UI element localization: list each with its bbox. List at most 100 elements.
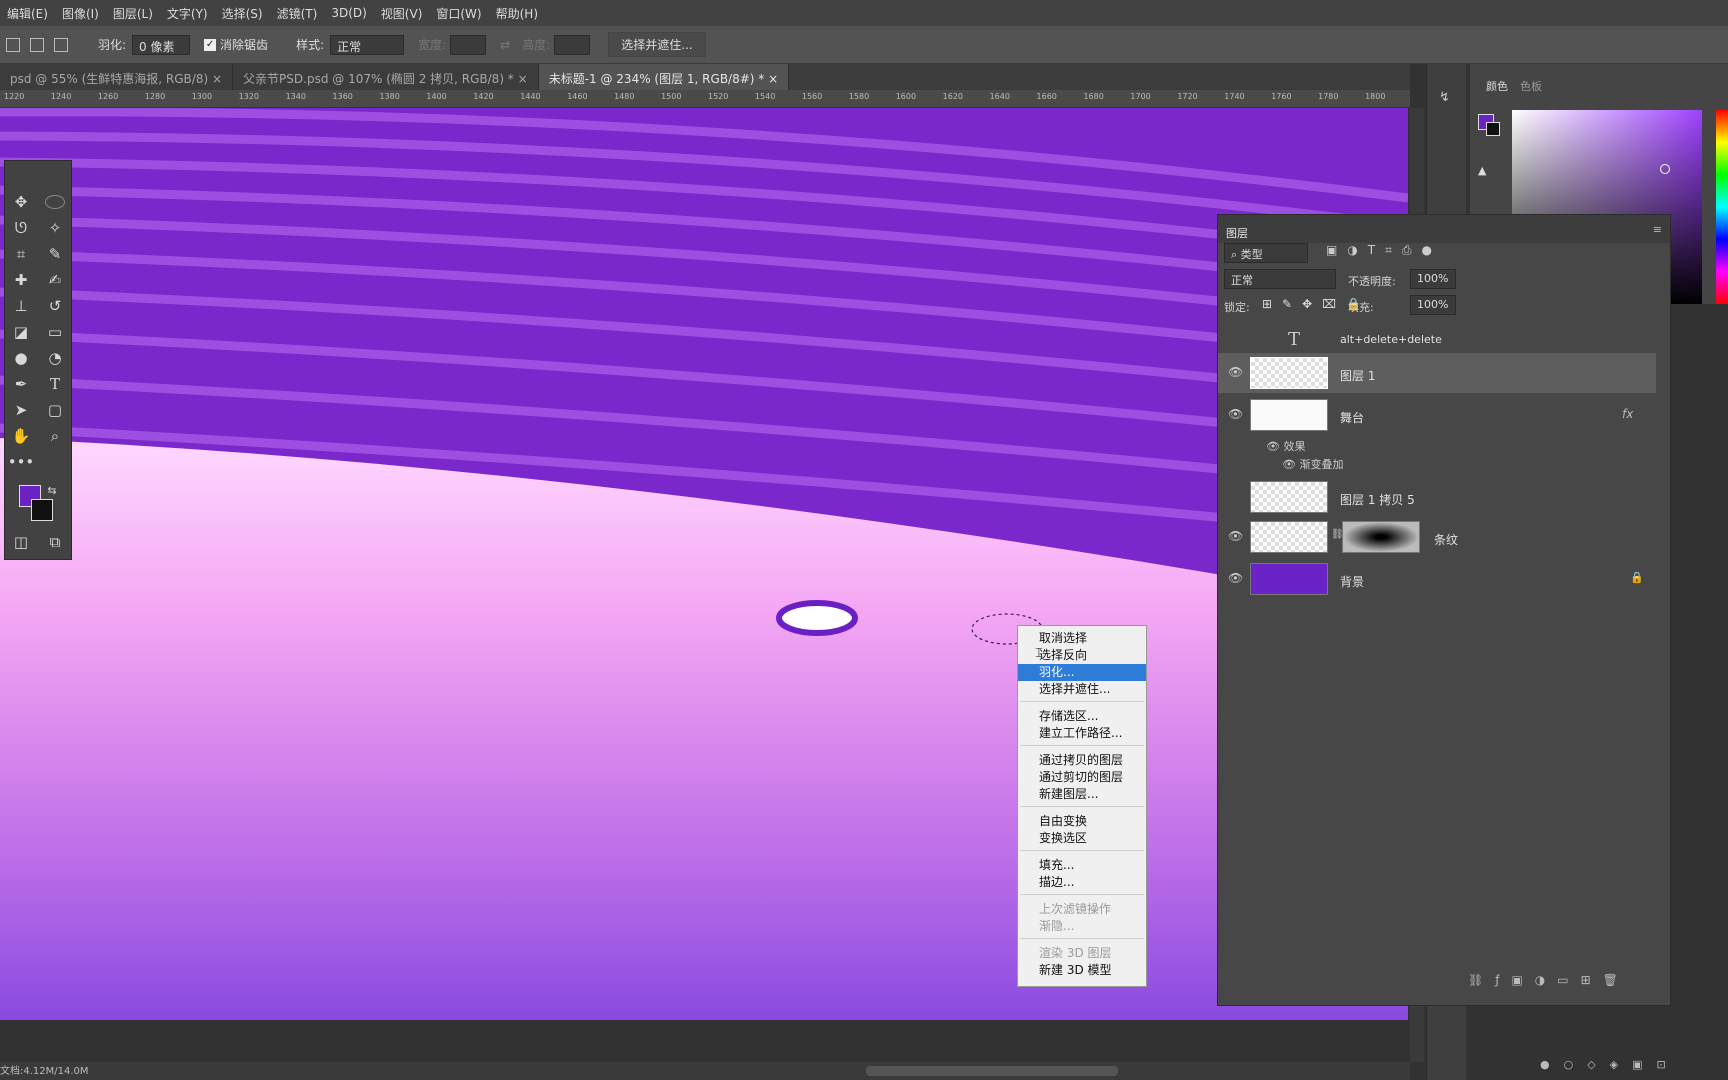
layer-row[interactable]: 图层 1 拷贝 5	[1218, 477, 1656, 517]
menu-item-layer-via-cut[interactable]: 通过剪切的图层	[1018, 769, 1146, 786]
tab-color[interactable]: 颜色	[1486, 78, 1508, 94]
background-color-swatch[interactable]	[31, 499, 53, 521]
menu-layer[interactable]: 图层(L)	[106, 5, 160, 22]
path-select-icon[interactable]: ➤	[10, 399, 32, 421]
brush-icon[interactable]: ✍	[44, 269, 66, 291]
healing-brush-icon[interactable]: ✚	[10, 269, 32, 291]
screen-mode-icon[interactable]: ⧉	[44, 531, 66, 553]
select-and-mask-button[interactable]: 选择并遮住...	[608, 32, 706, 57]
hand-icon[interactable]: ✋	[10, 425, 32, 447]
color-picker-cursor[interactable]	[1660, 164, 1670, 174]
menu-select[interactable]: 选择(S)	[215, 5, 270, 22]
elliptical-marquee-icon[interactable]	[45, 195, 65, 209]
tab-close-icon[interactable]: ×	[212, 72, 222, 86]
menu-image[interactable]: 图像(I)	[55, 5, 106, 22]
layer-name[interactable]: 背景	[1340, 573, 1364, 590]
menu-item-transform-selection[interactable]: 变换选区	[1018, 830, 1146, 847]
tab-untitled[interactable]: 未标题-1 @ 234% (图层 1, RGB/8#) * ×	[538, 64, 790, 90]
layers-panel-title[interactable]: 图层	[1226, 225, 1248, 241]
layer-row[interactable]: 👁 ⛓ 条纹	[1218, 517, 1656, 557]
menu-item-select-and-mask[interactable]: 选择并遮住...	[1018, 681, 1146, 698]
visibility-eye-icon[interactable]: 👁	[1228, 365, 1243, 379]
gradient-icon[interactable]: ▭	[44, 321, 66, 343]
scroll-thumb[interactable]	[866, 1066, 1118, 1076]
stamp-icon[interactable]: ⊥	[10, 295, 32, 317]
menu-item-feather[interactable]: 羽化...	[1018, 664, 1146, 681]
hue-slider[interactable]	[1716, 110, 1728, 304]
menu-item-deselect[interactable]: 取消选择	[1018, 630, 1146, 647]
layer-name[interactable]: 舞台	[1340, 409, 1364, 426]
blend-mode-select[interactable]: 正常	[1224, 269, 1336, 289]
dodge-icon[interactable]: ◔	[44, 347, 66, 369]
pen-icon[interactable]: ✒	[10, 373, 32, 395]
height-input[interactable]	[554, 34, 591, 55]
filter-icons[interactable]: ▣◑T⌗⎙●	[1326, 243, 1442, 258]
menu-item-stroke[interactable]: 描边...	[1018, 874, 1146, 891]
add-selection-icon[interactable]	[30, 37, 44, 52]
layer-name[interactable]: alt+delete+delete	[1340, 333, 1442, 346]
tab-swatches[interactable]: 色板	[1520, 78, 1542, 94]
layer-row[interactable]: 👁 背景 🔒	[1218, 559, 1656, 599]
menu-view[interactable]: 视图(V)	[374, 5, 430, 22]
tab-fathersday[interactable]: 父亲节PSD.psd @ 107% (椭圆 2 拷贝, RGB/8) * ×	[233, 64, 539, 90]
eyedropper-icon[interactable]: ✎	[44, 243, 66, 265]
crop-icon[interactable]: ⌗	[10, 243, 32, 265]
effect-gradient-overlay[interactable]: 👁 渐变叠加	[1282, 456, 1343, 472]
layer-mask-thumbnail[interactable]	[1342, 521, 1420, 553]
more-tools-icon[interactable]: •••	[8, 451, 35, 473]
horizontal-scrollbar[interactable]	[160, 1062, 1410, 1080]
filter-type-select[interactable]: ⌕ 类型	[1224, 243, 1308, 263]
menu-item-new-3d-model[interactable]: 新建 3D 模型	[1018, 962, 1146, 979]
menu-item-layer-via-copy[interactable]: 通过拷贝的图层	[1018, 752, 1146, 769]
feather-input[interactable]: 0 像素	[132, 34, 191, 55]
move-tool-icon[interactable]: ✥	[10, 191, 32, 213]
quick-mask-icon[interactable]: ◫	[10, 531, 32, 553]
rectangle-icon[interactable]: ▢	[44, 399, 66, 421]
menu-item-save-selection[interactable]: 存储选区...	[1018, 708, 1146, 725]
history-brush-icon[interactable]: ↺	[44, 295, 66, 317]
layer-name[interactable]: 图层 1	[1340, 367, 1375, 384]
menu-filter[interactable]: 滤镜(T)	[270, 5, 325, 22]
tab-close-icon[interactable]: ×	[518, 72, 528, 86]
panel-menu-icon[interactable]: ≡	[1653, 223, 1662, 236]
style-select[interactable]: 正常	[330, 34, 405, 55]
menu-item-make-work-path[interactable]: 建立工作路径...	[1018, 725, 1146, 742]
effects-row[interactable]: 👁 效果	[1266, 438, 1305, 454]
visibility-eye-icon[interactable]: 👁	[1228, 407, 1243, 421]
color-bg-swatch[interactable]	[1486, 122, 1500, 136]
bottom-right-icons[interactable]: ●○◇◈▣⊡	[1540, 1058, 1680, 1071]
menu-item-new-layer[interactable]: 新建图层...	[1018, 786, 1146, 803]
type-icon[interactable]: T	[44, 373, 66, 395]
menu-window[interactable]: 窗口(W)	[429, 5, 488, 22]
antialias-checkbox[interactable]: ✓	[204, 38, 217, 51]
layer-fx-badge[interactable]: fx	[1622, 407, 1633, 421]
visibility-eye-icon[interactable]: 👁	[1228, 571, 1243, 585]
magic-wand-icon[interactable]: ✧	[44, 217, 66, 239]
layer-row-selected[interactable]: 👁 图层 1	[1218, 353, 1656, 393]
swap-colors-icon[interactable]: ⇆	[41, 479, 63, 501]
tab-close-icon[interactable]: ×	[768, 72, 778, 86]
width-input[interactable]	[450, 34, 487, 55]
layer-name[interactable]: 图层 1 拷贝 5	[1340, 491, 1415, 508]
opacity-input[interactable]: 100%	[1410, 269, 1456, 289]
lasso-icon[interactable]: ᘎ	[10, 217, 32, 239]
swap-icon[interactable]: ⇄	[500, 38, 510, 52]
eraser-icon[interactable]: ◪	[10, 321, 32, 343]
layer-name[interactable]: 条纹	[1434, 531, 1458, 548]
tab-poster[interactable]: psd @ 55% (生鲜特惠海报, RGB/8) ×	[0, 64, 234, 90]
intersect-selection-icon[interactable]	[54, 37, 68, 52]
menu-item-free-transform[interactable]: 自由变换	[1018, 813, 1146, 830]
menu-edit[interactable]: 编辑(E)	[0, 5, 55, 22]
layers-bottom-toolbar[interactable]: ⛓ƒ▣◑▭⊞🗑	[1468, 973, 1630, 987]
menu-type[interactable]: 文字(Y)	[160, 5, 215, 22]
menu-3d[interactable]: 3D(D)	[324, 6, 373, 20]
layer-row[interactable]: 👁 舞台 fx	[1218, 395, 1656, 435]
new-selection-icon[interactable]	[6, 37, 20, 52]
menu-item-fill[interactable]: 填充...	[1018, 857, 1146, 874]
blur-icon[interactable]: ●	[10, 347, 32, 369]
visibility-eye-icon[interactable]: 👁	[1228, 529, 1243, 543]
document-canvas[interactable]	[0, 108, 1408, 1020]
menu-help[interactable]: 帮助(H)	[489, 5, 545, 22]
history-icon[interactable]: ↯	[1439, 90, 1450, 105]
fill-input[interactable]: 100%	[1410, 295, 1456, 315]
